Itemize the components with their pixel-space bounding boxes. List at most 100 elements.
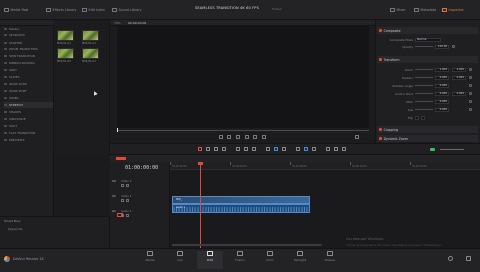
video-clip[interactable]: SEQ_: [172, 196, 310, 204]
bin-item[interactable]: GRID: [4, 67, 17, 73]
zoom-custom-button[interactable]: [342, 147, 346, 151]
lock-icon[interactable]: [121, 199, 124, 202]
overwrite-clip-button[interactable]: [244, 147, 248, 151]
bin-item[interactable]: SHAKES: [4, 109, 21, 115]
bin-item[interactable]: WARP PORT: [4, 88, 27, 94]
rotation-slider[interactable]: [415, 85, 433, 86]
jump-start-button[interactable]: [219, 135, 223, 139]
blade-tool[interactable]: [222, 147, 226, 151]
replace-clip-button[interactable]: [252, 147, 256, 151]
timeline-scrollbar[interactable]: [172, 244, 322, 246]
bin-item[interactable]: SLIDES: [4, 74, 20, 80]
fullscreen-button[interactable]: [355, 135, 359, 139]
page-edit-button[interactable]: Edit: [197, 251, 223, 269]
timeline-ruler[interactable]: [170, 162, 480, 170]
pitch-slider[interactable]: [415, 101, 433, 102]
timeline-zoom-slider[interactable]: [440, 149, 464, 150]
page-color-button[interactable]: Color: [257, 251, 283, 269]
stop-button[interactable]: [236, 135, 240, 139]
composite-mode-select[interactable]: Normal: [415, 37, 441, 42]
lock-icon[interactable]: [121, 184, 124, 187]
transform-section[interactable]: Transform: [377, 56, 478, 63]
reset-icon[interactable]: [469, 84, 472, 87]
zoom-slider[interactable]: [415, 69, 433, 70]
position-slider[interactable]: [415, 77, 433, 78]
reset-icon[interactable]: [469, 76, 472, 79]
track-header-v2[interactable]: V2 Video 2: [112, 178, 168, 188]
edit-index-button[interactable]: Edit Index: [82, 6, 105, 14]
loop-button[interactable]: [262, 135, 266, 139]
marker-button[interactable]: [304, 147, 308, 151]
enable-dot-icon[interactable]: [379, 128, 382, 131]
insert-clip-button[interactable]: [236, 147, 240, 151]
effects-library-button[interactable]: Effects Library: [46, 6, 76, 14]
dynamic-trim-tool[interactable]: [214, 147, 218, 151]
position-lock-button[interactable]: [282, 147, 286, 151]
flip-horizontal-button[interactable]: [415, 115, 419, 120]
zoom-full-button[interactable]: [326, 147, 330, 151]
enable-dot-icon[interactable]: [379, 137, 382, 140]
page-fusion-button[interactable]: Fusion: [227, 251, 253, 269]
bin-item[interactable]: SEAMLESS: [4, 32, 25, 38]
page-fairlight-button[interactable]: Fairlight: [287, 251, 313, 269]
clip-thumbnail[interactable]: [57, 30, 74, 41]
jump-end-button[interactable]: [253, 135, 257, 139]
bin-item-selected[interactable]: STRETCH: [4, 102, 53, 108]
media-pool-button[interactable]: Media Pool: [4, 6, 28, 14]
yaw-slider[interactable]: [415, 109, 433, 110]
trim-tool[interactable]: [206, 147, 210, 151]
bin-item[interactable]: SPIN TRANSITION: [4, 53, 35, 59]
enable-dot-icon[interactable]: [379, 29, 382, 32]
reset-icon[interactable]: [469, 108, 472, 111]
keywords-item[interactable]: Keywords: [8, 227, 22, 231]
viewer-zoom[interactable]: 70%: [114, 21, 121, 25]
viewer-scrubber[interactable]: [117, 130, 369, 131]
clip-thumbnail[interactable]: [57, 48, 74, 59]
bin-item[interactable]: ZOOM TRANSITION: [4, 46, 38, 52]
page-cut-button[interactable]: Cut: [167, 251, 193, 269]
monitor-icon[interactable]: [126, 199, 129, 202]
track-header-v1[interactable]: V1 Video 1: [112, 193, 168, 203]
dynamic-zoom-section[interactable]: Dynamic Zoom: [377, 135, 478, 142]
monitor-icon[interactable]: [126, 184, 129, 187]
play-button[interactable]: [245, 135, 249, 139]
metadata-button[interactable]: Metadata: [414, 6, 436, 14]
enable-dot-icon[interactable]: [379, 58, 382, 61]
bin-item[interactable]: WARP LOOK: [4, 81, 27, 87]
home-icon[interactable]: [448, 256, 453, 261]
bin-item[interactable]: SWIRL: [4, 95, 19, 101]
solo-icon[interactable]: [126, 214, 129, 217]
record-arm-button[interactable]: [117, 213, 123, 217]
play-reverse-button[interactable]: [227, 135, 231, 139]
bin-item[interactable]: SINUSOIDE: [4, 116, 26, 122]
scrubber-handle[interactable]: [117, 128, 118, 132]
selection-tool[interactable]: [198, 147, 202, 151]
cropping-section[interactable]: Cropping: [377, 126, 478, 133]
opacity-slider[interactable]: [415, 46, 433, 47]
playhead[interactable]: [200, 162, 201, 248]
playhead-handle[interactable]: [198, 162, 203, 165]
clip-thumbnail[interactable]: [82, 30, 99, 41]
linked-selection-button[interactable]: [274, 147, 278, 151]
reset-icon[interactable]: [469, 100, 472, 103]
bin-item[interactable]: SPLIT: [4, 123, 17, 129]
flag-button[interactable]: [296, 147, 300, 151]
anchor-slider[interactable]: [415, 93, 433, 94]
bin-item[interactable]: FLAT TRANSITION: [4, 130, 35, 136]
marker-color-button[interactable]: [312, 147, 316, 151]
inspector-button[interactable]: Inspector: [442, 6, 464, 14]
reset-icon[interactable]: [469, 92, 472, 95]
timeline-tab[interactable]: [116, 157, 126, 160]
bin-item[interactable]: RIBBON PACKING: [4, 60, 35, 66]
snapping-button[interactable]: [266, 147, 270, 151]
opacity-value[interactable]: 100.00: [435, 44, 449, 49]
flip-vertical-button[interactable]: [421, 115, 425, 120]
mixer-button[interactable]: Mixer: [390, 6, 406, 14]
bin-item[interactable]: PREVIEWS: [4, 137, 25, 143]
page-deliver-button[interactable]: Deliver: [317, 251, 343, 269]
zoom-detail-button[interactable]: [334, 147, 338, 151]
reset-icon[interactable]: [469, 68, 472, 71]
audio-clip[interactable]: Audio 1: [172, 204, 310, 213]
settings-gear-icon[interactable]: [466, 256, 471, 261]
reset-icon[interactable]: [452, 45, 455, 48]
